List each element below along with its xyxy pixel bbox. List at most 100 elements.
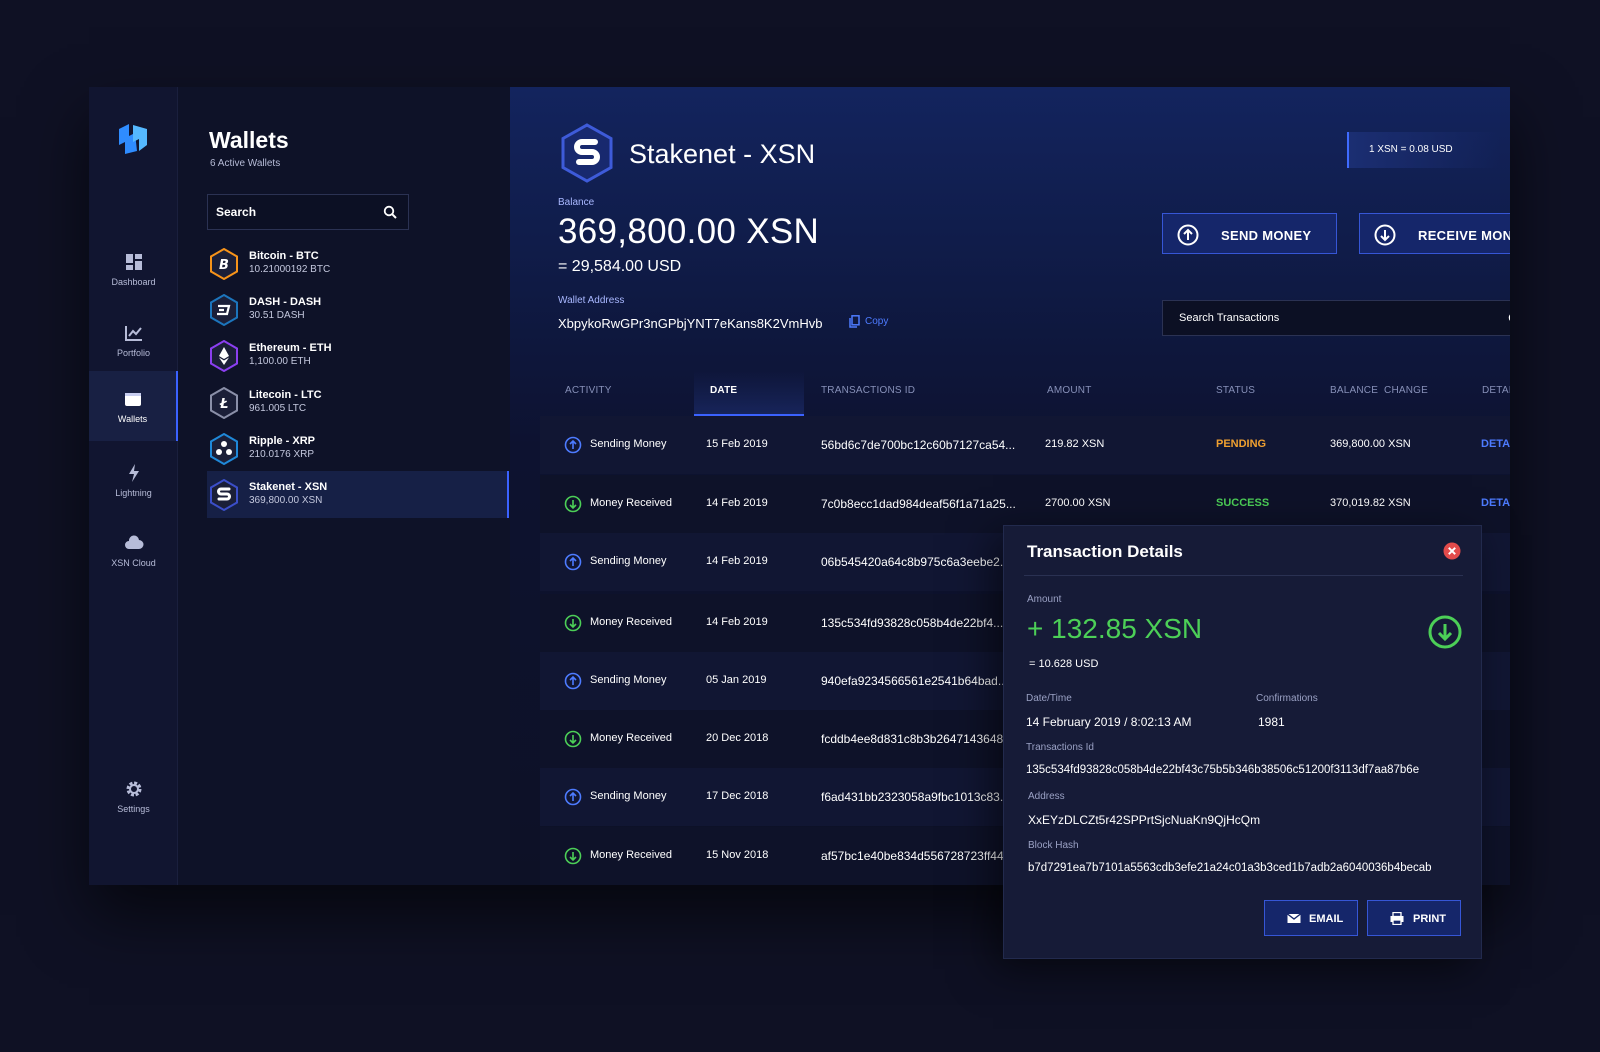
wallet-name: Ripple - XRP [249,435,316,447]
block-hash-label: Block Hash [1028,840,1079,851]
transaction-id-cell[interactable]: f6ad431bb2323058a9fbc1013c83... [821,790,1010,804]
print-label: PRINT [1413,913,1446,925]
wallet-amount: 961.005 LTC [249,403,307,414]
wallet-item-dash[interactable]: DASH - DASH 30.51 DASH [207,286,509,333]
transaction-id-cell[interactable]: 135c534fd93828c058b4de22bf4... [821,616,1003,630]
nav-settings[interactable]: Settings [89,771,178,841]
stakenet-logo-icon [561,123,613,183]
amount-value: + 132.85 XSN [1027,613,1203,644]
table-row[interactable]: Sending Money 15 Feb 2019 56bd6c7de700bc12… [540,416,1510,474]
receive-money-button[interactable]: RECEIVE MONEY [1359,213,1510,254]
txid-label: Transactions Id [1026,742,1094,753]
wallet-name: Litecoin - LTC [249,389,322,401]
arrow-down-circle-icon [1374,224,1396,246]
ethereum-icon [210,340,238,372]
wallets-subtitle: 6 Active Wallets [210,158,281,169]
copy-label: Copy [865,316,889,328]
portfolio-icon [124,326,142,341]
search-transactions-placeholder: Search Transactions [1179,312,1280,324]
txid-value: 135c534fd93828c058b4de22bf43c75b5b346b38… [1026,764,1420,776]
nav-lightning[interactable]: Lightning [89,455,178,525]
balance-change-cell: 369,800.00 XSN [1330,438,1411,450]
receive-money-label: RECEIVE MONEY [1418,228,1510,243]
arrow-up-circle-icon [564,436,582,454]
search-transactions-input[interactable]: Search Transactions [1162,300,1510,336]
details-link[interactable]: DETAILS [1481,438,1510,450]
wallet-item-ltc[interactable]: Ł Litecoin - LTC 961.005 LTC [207,379,509,426]
activity-cell: Money Received [590,616,672,628]
cloud-icon [124,535,143,549]
wallet-amount: 369,800.00 XSN [249,495,323,506]
transaction-id-cell[interactable]: 56bd6c7de700bc12c60b7127ca54... [821,438,1015,452]
arrow-down-circle-icon [564,614,582,632]
nav-label: XSN Cloud [111,558,156,568]
wallet-amount: 1,100.00 ETH [249,356,311,367]
wallet-item-xrp[interactable]: Ripple - XRP 210.0176 XRP [207,425,509,472]
close-icon[interactable] [1443,542,1461,560]
wallet-address-label: Wallet Address [558,295,625,306]
bitcoin-icon: B [210,248,238,280]
balance-usd: = 29,584.00 USD [558,258,682,275]
nav-wallets[interactable]: Wallets [89,371,178,441]
svg-text:B: B [219,258,229,273]
wallet-item-xsn[interactable]: Stakenet - XSN 369,800.00 XSN [207,471,509,518]
address-label: Address [1028,791,1065,802]
transaction-details-modal: Transaction Details Amount + 132.85 XSN … [1003,525,1482,959]
copy-address-button[interactable]: Copy [849,315,888,328]
activity-cell: Sending Money [590,438,667,450]
col-activity[interactable]: ACTIVITY [565,385,612,396]
col-balance-change[interactable]: BALANCE CHANGE [1330,385,1428,396]
col-amount[interactable]: AMOUNT [1047,385,1092,396]
date-cell: 15 Feb 2019 [706,438,768,450]
amount-cell: 2700.00 XSN [1045,497,1111,509]
date-cell: 15 Nov 2018 [706,849,769,861]
col-status[interactable]: STATUS [1216,385,1255,396]
modal-title: Transaction Details [1027,542,1183,561]
col-details[interactable]: DETAILS [1482,385,1510,396]
search-icon[interactable] [383,205,397,219]
search-icon[interactable] [1508,312,1510,325]
address-value: XxEYzDLCZt5r42SPPrtSjcNuaKn9QjHcQm [1028,813,1261,827]
arrow-down-circle-icon [564,495,582,513]
wallet-item-btc[interactable]: B Bitcoin - BTC 10.21000192 BTC [207,240,509,287]
page-title: Stakenet - XSN [629,139,816,169]
transaction-id-cell[interactable]: 940efa9234566561e2541b64bad... [821,674,1008,688]
email-button[interactable]: EMAIL [1264,900,1358,936]
wallet-search-placeholder: Search [216,205,257,219]
balance-label: Balance [558,197,595,208]
ripple-icon [210,433,238,465]
arrow-down-circle-icon [564,847,582,865]
wallet-icon [124,393,141,406]
send-money-button[interactable]: SEND MONEY [1162,213,1337,254]
amount-usd: = 10.628 USD [1029,658,1099,670]
transaction-id-cell[interactable]: 06b545420a64c8b975c6a3eebe2... [821,555,1010,569]
nav-xsn-cloud[interactable]: XSN Cloud [89,525,178,595]
wallet-amount: 30.51 DASH [249,310,305,321]
copy-icon [849,315,860,328]
nav-dashboard[interactable]: Dashboard [89,244,178,314]
wallet-item-eth[interactable]: Ethereum - ETH 1,100.00 ETH [207,332,509,379]
transaction-id-cell[interactable]: 7c0b8ecc1dad984deaf56f1a71a25... [821,497,1016,511]
transaction-id-cell[interactable]: af57bc1e40be834d556728723ff44... [821,849,1014,863]
date-cell: 05 Jan 2019 [706,674,767,686]
activity-cell: Sending Money [590,555,667,567]
datetime-value: 14 February 2019 / 8:02:13 AM [1026,715,1192,729]
date-cell: 14 Feb 2019 [706,497,768,509]
nav-label: Lightning [115,488,152,498]
date-cell: 14 Feb 2019 [706,616,768,628]
wallet-address: XbpykoRwGPr3nGPbjYNT7eKans8K2VmHvb [558,316,823,331]
col-date[interactable]: DATE [710,385,737,396]
col-transaction-id[interactable]: TRANSACTIONS ID [821,385,915,396]
transaction-id-cell[interactable]: fcddb4ee8d831c8b3b2647143648... [821,732,1013,746]
amount-cell: 219.82 XSN [1045,438,1105,450]
svg-text:Ł: Ł [219,397,229,412]
block-hash-value: b7d7291ea7b7101a5563cdb3efe21a24c01a3b3c… [1028,862,1432,874]
amount-label: Amount [1027,594,1062,605]
wallet-search-input[interactable]: Search [207,194,409,230]
print-button[interactable]: PRINT [1367,900,1461,936]
activity-cell: Money Received [590,732,672,744]
activity-cell: Money Received [590,497,672,509]
details-link[interactable]: DETAILS [1481,497,1510,509]
confirmations-label: Confirmations [1256,693,1318,704]
gear-icon [126,781,141,797]
